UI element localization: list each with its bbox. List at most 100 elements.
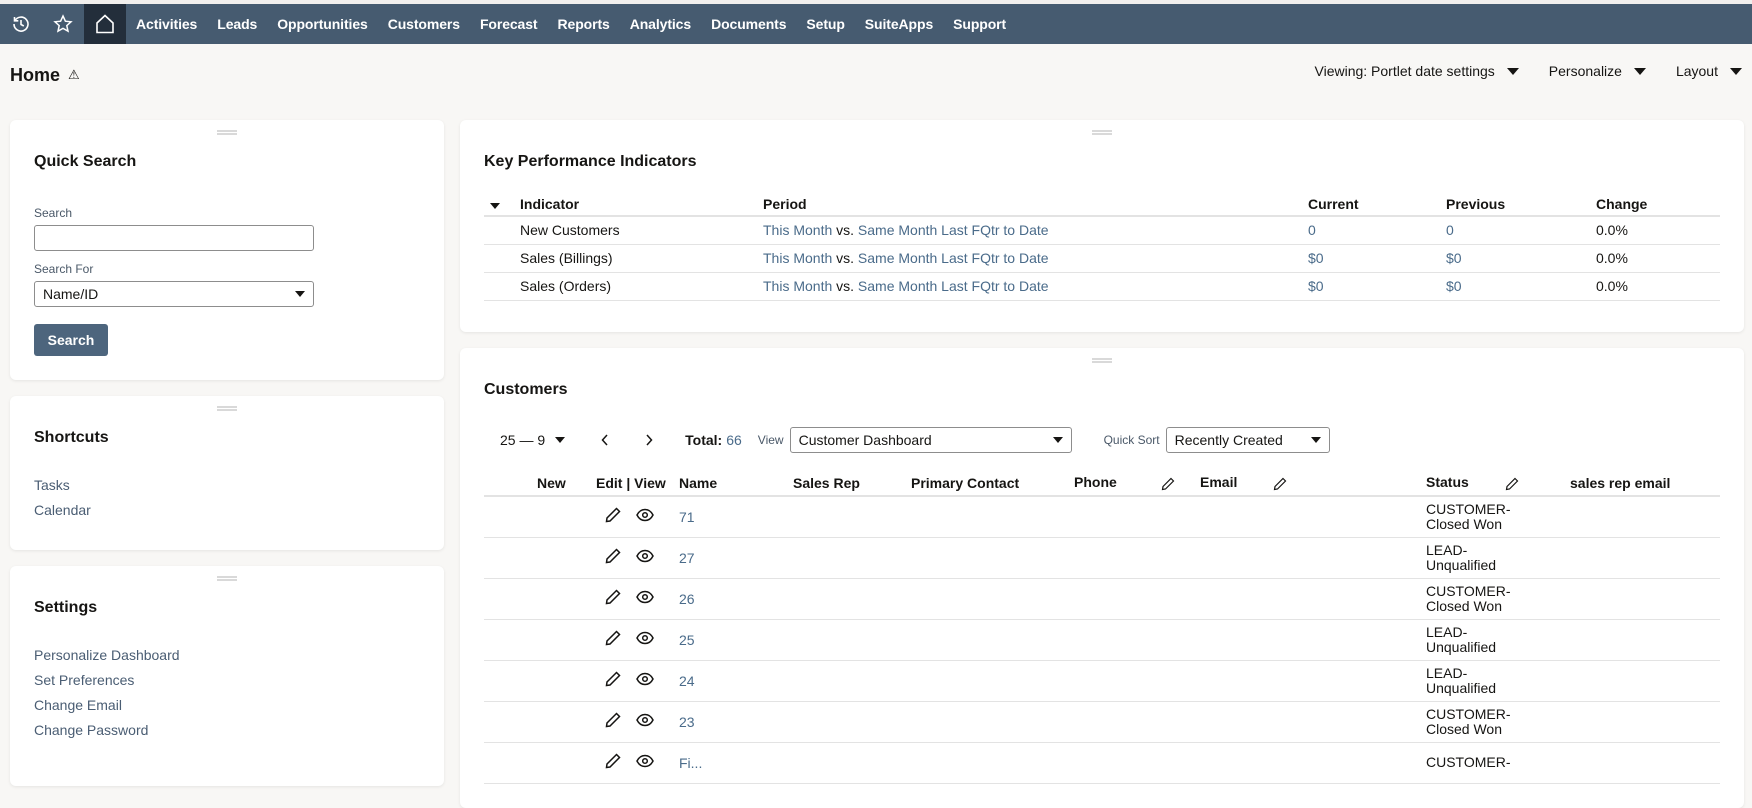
cell-name[interactable]: 25 — [679, 619, 793, 661]
drag-handle[interactable] — [1092, 130, 1112, 135]
nav-documents[interactable]: Documents — [701, 4, 796, 44]
edit-record-button[interactable] — [605, 630, 621, 646]
cell-status: CUSTOMER- — [1426, 742, 1570, 784]
drag-handle[interactable] — [217, 130, 237, 135]
status-text: CUSTOMER- Closed Won — [1426, 583, 1570, 614]
nav-customers[interactable]: Customers — [378, 4, 470, 44]
kpi-current[interactable]: $0 — [1308, 272, 1446, 301]
cell-name[interactable]: 26 — [679, 578, 793, 620]
view-record-button[interactable] — [636, 590, 654, 604]
kpi-previous[interactable]: $0 — [1446, 244, 1596, 273]
cell-primary-contact — [911, 619, 1074, 661]
kpi-previous[interactable]: 0 — [1446, 216, 1596, 245]
layout-menu[interactable]: Layout — [1676, 63, 1742, 79]
view-record-button[interactable] — [636, 754, 654, 768]
drag-handle[interactable] — [1092, 358, 1112, 363]
kpi-period-current-link[interactable]: This Month — [763, 278, 832, 294]
previous-page-button[interactable] — [597, 434, 613, 446]
nav-forecast[interactable]: Forecast — [470, 4, 548, 44]
nav-support[interactable]: Support — [943, 4, 1016, 44]
view-record-button[interactable] — [636, 631, 654, 645]
inline-edit-email-button[interactable] — [1273, 477, 1287, 491]
kpi-period: This Month vs. Same Month Last FQtr to D… — [763, 216, 1308, 245]
next-page-button[interactable] — [641, 434, 657, 446]
cell-name[interactable]: 23 — [679, 701, 793, 743]
search-button[interactable]: Search — [34, 324, 108, 356]
nav-suiteapps[interactable]: SuiteApps — [855, 4, 943, 44]
inline-edit-phone-button[interactable] — [1161, 477, 1175, 491]
status-type: LEAD- — [1426, 664, 1468, 681]
kpi-period-current-link[interactable]: This Month — [763, 222, 832, 238]
favorites-button[interactable] — [42, 4, 84, 44]
cell-status: LEAD- Unqualified — [1426, 660, 1570, 702]
settings-change-email[interactable]: Change Email — [34, 697, 180, 713]
col-primary-contact[interactable]: Primary Contact — [911, 470, 1074, 497]
kpi-period-compare-link[interactable]: Same Month Last FQtr to Date — [858, 222, 1049, 238]
nav-setup[interactable]: Setup — [796, 4, 854, 44]
col-phone-label[interactable]: Phone — [1074, 474, 1117, 490]
pencil-icon — [605, 589, 621, 605]
viewing-date-settings-menu[interactable]: Viewing: Portlet date settings — [1315, 63, 1519, 79]
main-navbar: Activities Leads Opportunities Customers… — [0, 4, 1752, 44]
cell-name[interactable]: Fi... — [679, 742, 793, 784]
kpi-change: 0.0% — [1596, 244, 1720, 273]
kpi-current[interactable]: 0 — [1308, 216, 1446, 245]
view-record-button[interactable] — [636, 713, 654, 727]
drag-handle[interactable] — [217, 406, 237, 411]
kpi-row-spacer — [484, 216, 520, 245]
page-range-select[interactable]: 25 — 9 — [500, 432, 566, 448]
kpi-indicator: New Customers — [520, 216, 763, 245]
col-status-label[interactable]: Status — [1426, 474, 1469, 490]
nav-analytics[interactable]: Analytics — [620, 4, 701, 44]
edit-record-button[interactable] — [605, 507, 621, 523]
kpi-collapse-toggle[interactable] — [484, 192, 520, 217]
nav-reports[interactable]: Reports — [548, 4, 620, 44]
shortcut-calendar[interactable]: Calendar — [34, 502, 91, 518]
col-sales-rep[interactable]: Sales Rep — [793, 470, 911, 497]
cell-name[interactable]: 71 — [679, 496, 793, 538]
kpi-vs: vs. — [836, 250, 855, 266]
cell-view — [625, 619, 679, 661]
nav-activities[interactable]: Activities — [126, 4, 207, 44]
view-record-button[interactable] — [636, 549, 654, 563]
settings-personalize-dashboard[interactable]: Personalize Dashboard — [34, 647, 180, 663]
home-button[interactable] — [84, 4, 126, 44]
edit-record-button[interactable] — [605, 548, 621, 564]
cell-sales-rep — [793, 578, 911, 620]
cell-phone — [1074, 701, 1200, 743]
edit-record-button[interactable] — [605, 671, 621, 687]
cell-sales-rep — [793, 496, 911, 538]
cell-email — [1200, 701, 1426, 743]
search-for-select[interactable]: Name/ID — [34, 281, 314, 307]
nav-opportunities[interactable]: Opportunities — [267, 4, 377, 44]
cell-name[interactable]: 27 — [679, 537, 793, 579]
cell-name[interactable]: 24 — [679, 660, 793, 702]
edit-record-button[interactable] — [605, 712, 621, 728]
kpi-previous[interactable]: $0 — [1446, 272, 1596, 301]
personalize-menu[interactable]: Personalize — [1549, 63, 1646, 79]
edit-record-button[interactable] — [605, 753, 621, 769]
col-sales-rep-email[interactable]: sales rep email — [1570, 470, 1720, 497]
kpi-period-current-link[interactable]: This Month — [763, 250, 832, 266]
kpi-col-change: Change — [1596, 192, 1720, 217]
col-email-label[interactable]: Email — [1200, 474, 1237, 490]
nav-leads[interactable]: Leads — [207, 4, 267, 44]
settings-set-preferences[interactable]: Set Preferences — [34, 672, 180, 688]
kpi-period-compare-link[interactable]: Same Month Last FQtr to Date — [858, 250, 1049, 266]
warning-icon[interactable]: ⚠ — [68, 67, 80, 83]
kpi-current[interactable]: $0 — [1308, 244, 1446, 273]
shortcut-tasks[interactable]: Tasks — [34, 477, 91, 493]
search-input[interactable] — [34, 225, 314, 251]
view-record-button[interactable] — [636, 508, 654, 522]
edit-record-button[interactable] — [605, 589, 621, 605]
settings-change-password[interactable]: Change Password — [34, 722, 180, 738]
drag-handle[interactable] — [217, 576, 237, 581]
recent-records-button[interactable] — [0, 4, 42, 44]
view-select[interactable]: Customer Dashboard — [789, 427, 1072, 453]
kpi-period-compare-link[interactable]: Same Month Last FQtr to Date — [858, 278, 1049, 294]
col-name[interactable]: Name — [679, 470, 793, 497]
cell-email — [1200, 537, 1426, 579]
quick-sort-select[interactable]: Recently Created — [1165, 427, 1330, 453]
view-record-button[interactable] — [636, 672, 654, 686]
inline-edit-status-button[interactable] — [1505, 477, 1519, 491]
